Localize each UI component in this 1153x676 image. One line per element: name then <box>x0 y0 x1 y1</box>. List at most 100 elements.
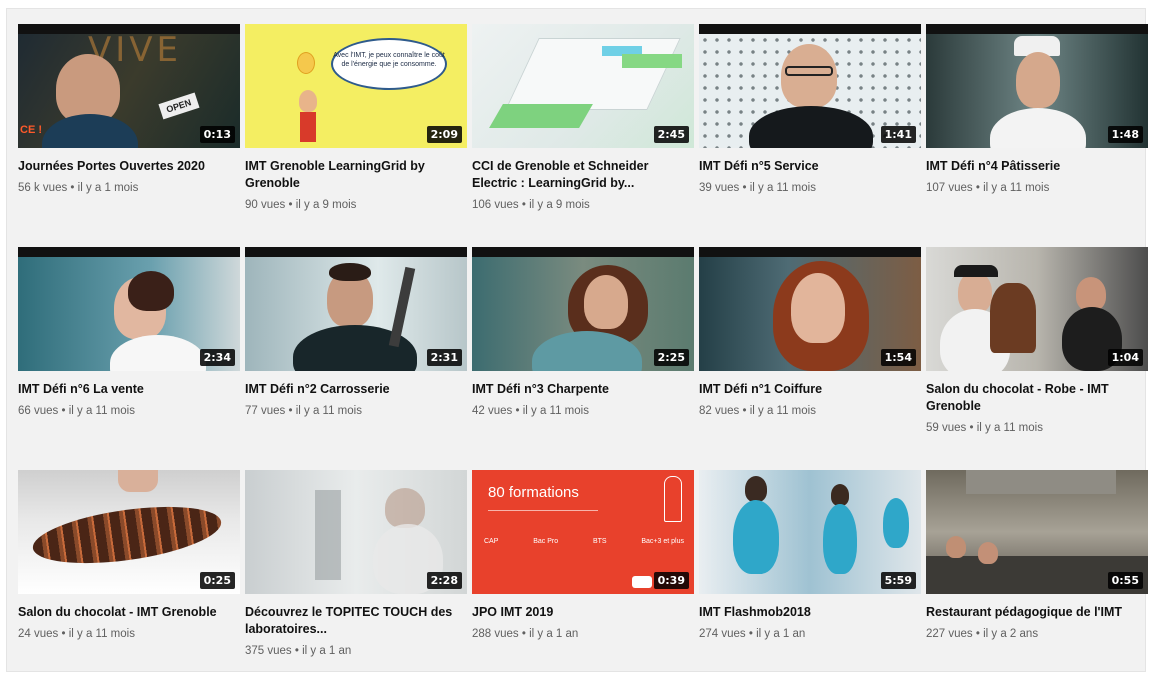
video-card[interactable]: 1:54 IMT Défi n°1 Coiffure 82 vues • il … <box>699 247 921 417</box>
thumbnail-sign: OPEN <box>158 92 200 120</box>
video-thumbnail[interactable]: 1:41 <box>699 24 921 148</box>
thumbnail-person <box>791 273 845 343</box>
video-duration: 0:13 <box>199 126 235 143</box>
video-title[interactable]: IMT Défi n°5 Service <box>699 158 921 175</box>
thumbnail-person <box>946 536 966 558</box>
cap <box>954 265 998 277</box>
thumbnail-person <box>1016 52 1060 108</box>
video-title[interactable]: Salon du chocolat - IMT Grenoble <box>18 604 240 621</box>
video-title[interactable]: JPO IMT 2019 <box>472 604 694 621</box>
thumbnail-top-bar <box>926 24 1148 34</box>
lightbulb-icon <box>297 52 315 74</box>
video-meta: 24 vues • il y a 11 mois <box>18 628 135 640</box>
video-thumbnail[interactable]: 2:45 <box>472 24 694 148</box>
video-card[interactable]: 2:28 Découvrez le TOPITEC TOUCH des labo… <box>245 470 467 657</box>
video-meta: 39 vues • il y a 11 mois <box>699 182 816 194</box>
promo-divider <box>488 510 598 511</box>
thumbnail-person <box>958 271 992 313</box>
video-card[interactable]: 1:04 Salon du chocolat - Robe - IMT Gren… <box>926 247 1148 434</box>
chocolate-sculpture <box>29 497 225 573</box>
thumbnail-person-body <box>883 498 909 548</box>
video-card[interactable]: 0:25 Salon du chocolat - IMT Grenoble 24… <box>18 470 240 640</box>
thumbnail-person-body <box>990 108 1086 148</box>
video-meta: 288 vues • il y a 1 an <box>472 628 579 640</box>
video-thumbnail[interactable]: 0:55 <box>926 470 1148 594</box>
video-card[interactable]: VIVE OPEN CE ! 0:13 Journées Portes Ouve… <box>18 24 240 194</box>
video-card[interactable]: 1:48 IMT Défi n°4 Pâtisserie 107 vues • … <box>926 24 1148 194</box>
video-title[interactable]: Restaurant pédagogique de l'IMT <box>926 604 1148 621</box>
video-thumbnail[interactable]: 1:04 <box>926 247 1148 371</box>
video-title[interactable]: IMT Défi n°3 Charpente <box>472 381 694 398</box>
video-title[interactable]: IMT Défi n°1 Coiffure <box>699 381 921 398</box>
video-duration: 2:45 <box>653 126 689 143</box>
lab-equipment <box>315 490 341 580</box>
video-card[interactable]: 1:41 IMT Défi n°5 Service 39 vues • il y… <box>699 24 921 194</box>
video-duration: 2:09 <box>426 126 462 143</box>
video-duration: 2:25 <box>653 349 689 366</box>
video-meta: 66 vues • il y a 11 mois <box>18 405 135 417</box>
video-title[interactable]: IMT Grenoble LearningGrid by Grenoble <box>245 158 467 192</box>
video-title[interactable]: IMT Défi n°2 Carrosserie <box>245 381 467 398</box>
video-card[interactable]: 2:31 IMT Défi n°2 Carrosserie 77 vues • … <box>245 247 467 417</box>
thumbnail-corner-label: CE ! <box>20 124 42 136</box>
video-thumbnail[interactable]: 80 formations CAP Bac Pro BTS Bac+3 et p… <box>472 470 694 594</box>
video-duration: 1:48 <box>1107 126 1143 143</box>
video-duration: 1:54 <box>880 349 916 366</box>
video-thumbnail[interactable]: VIVE OPEN CE ! 0:13 <box>18 24 240 148</box>
video-title[interactable]: IMT Défi n°4 Pâtisserie <box>926 158 1148 175</box>
cartoon-character-body <box>300 112 316 142</box>
video-meta: 56 k vues • il y a 1 mois <box>18 182 139 194</box>
video-thumbnail[interactable]: 1:54 <box>699 247 921 371</box>
thumbnail-hair <box>329 263 371 281</box>
video-card[interactable]: 5:59 IMT Flashmob2018 274 vues • il y a … <box>699 470 921 640</box>
thumbnail-person <box>385 488 425 528</box>
thumbnail-person-body <box>823 504 857 574</box>
video-thumbnail[interactable]: 5:59 <box>699 470 921 594</box>
video-meta: 82 vues • il y a 11 mois <box>699 405 816 417</box>
video-duration: 5:59 <box>880 572 916 589</box>
video-duration: 1:04 <box>1107 349 1143 366</box>
video-thumbnail[interactable]: 2:31 <box>245 247 467 371</box>
thumbnail-top-bar <box>245 247 467 257</box>
video-duration: 0:39 <box>653 572 689 589</box>
video-thumbnail[interactable]: 2:25 <box>472 247 694 371</box>
video-title[interactable]: Salon du chocolat - Robe - IMT Grenoble <box>926 381 1148 415</box>
video-thumbnail[interactable]: 2:34 <box>18 247 240 371</box>
video-thumbnail[interactable]: 1:48 <box>926 24 1148 148</box>
thumbnail-top-bar <box>18 247 240 257</box>
video-duration: 1:41 <box>880 126 916 143</box>
video-title[interactable]: IMT Défi n°6 La vente <box>18 381 240 398</box>
cartoon-character <box>299 90 317 112</box>
glasses <box>785 66 833 76</box>
video-duration: 2:28 <box>426 572 462 589</box>
video-title[interactable]: IMT Flashmob2018 <box>699 604 921 621</box>
video-title[interactable]: Journées Portes Ouvertes 2020 <box>18 158 240 175</box>
video-card[interactable]: 80 formations CAP Bac Pro BTS Bac+3 et p… <box>472 470 694 640</box>
video-card[interactable]: 0:55 Restaurant pédagogique de l'IMT 227… <box>926 470 1148 640</box>
video-thumbnail[interactable]: Avec l'IMT, je peux connaître le coût de… <box>245 24 467 148</box>
thumbnail-person <box>745 476 767 502</box>
video-meta: 274 vues • il y a 1 an <box>699 628 806 640</box>
video-card[interactable]: 2:25 IMT Défi n°3 Charpente 42 vues • il… <box>472 247 694 417</box>
video-title[interactable]: CCI de Grenoble et Schneider Electric : … <box>472 158 694 192</box>
video-card[interactable]: Avec l'IMT, je peux connaître le coût de… <box>245 24 467 211</box>
thumbnail-person <box>1076 277 1106 311</box>
video-card[interactable]: 2:45 CCI de Grenoble et Schneider Electr… <box>472 24 694 211</box>
thumbnail-top-bar <box>699 24 921 34</box>
video-duration: 0:55 <box>1107 572 1143 589</box>
video-title[interactable]: Découvrez le TOPITEC TOUCH des laboratoi… <box>245 604 467 638</box>
video-thumbnail[interactable]: 2:28 <box>245 470 467 594</box>
hand <box>118 470 158 492</box>
thumbnail-top-bar <box>699 247 921 257</box>
video-duration: 2:34 <box>199 349 235 366</box>
promo-item: CAP <box>484 538 499 545</box>
video-thumbnail[interactable]: 0:25 <box>18 470 240 594</box>
machine-arm <box>388 266 416 348</box>
closed-captions-icon <box>632 576 652 588</box>
promo-title: 80 formations <box>488 484 579 501</box>
chocolate-dress <box>990 283 1036 353</box>
green-area <box>622 54 682 68</box>
video-meta: 90 vues • il y a 9 mois <box>245 199 357 211</box>
thumbnail-person-body <box>42 114 138 148</box>
video-card[interactable]: 2:34 IMT Défi n°6 La vente 66 vues • il … <box>18 247 240 417</box>
